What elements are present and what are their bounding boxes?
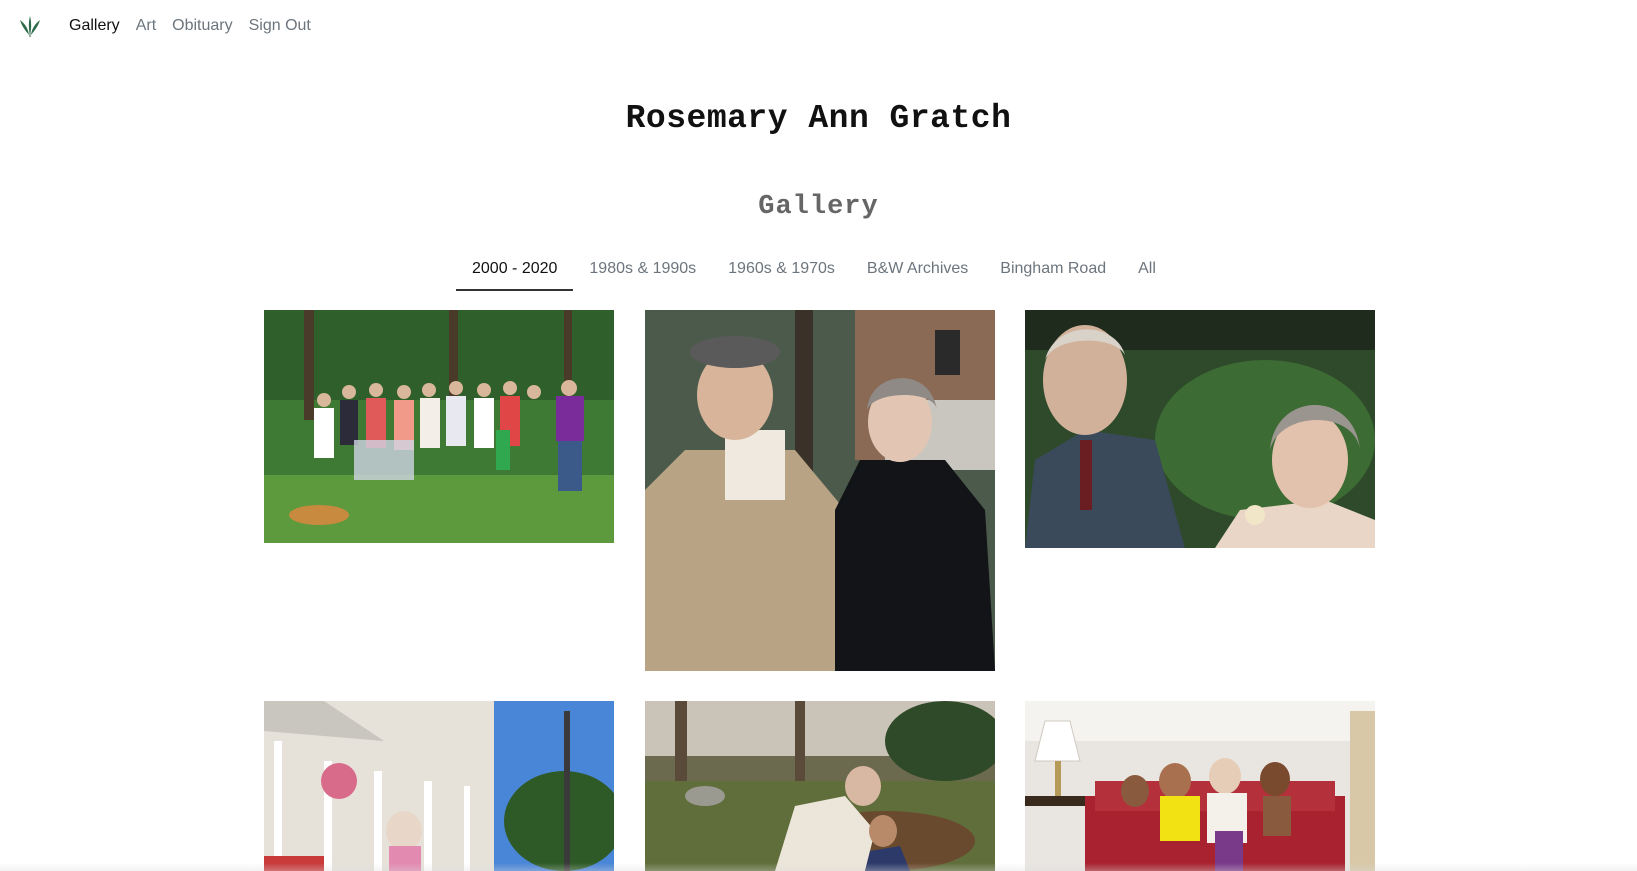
leaf-logo-icon[interactable] [19,14,41,38]
gallery-photo-red-couch[interactable] [1025,701,1375,871]
top-navbar: Gallery Art Obituary Sign Out [0,0,1637,52]
gallery-photo-couple-portrait[interactable] [1025,310,1375,548]
page-title: Rosemary Ann Gratch [625,100,1012,137]
nav-links: Gallery Art Obituary Sign Out [69,15,327,37]
nav-obituary-link[interactable]: Obituary [172,15,232,37]
tab-bingham-road[interactable]: Bingham Road [984,250,1122,291]
gallery-photo-couple-coats[interactable] [645,310,995,671]
nav-art-link[interactable]: Art [136,15,156,37]
section-heading: Gallery [758,192,879,222]
nav-sign-out-link[interactable]: Sign Out [249,15,311,37]
gallery-photo-street-porches[interactable] [264,701,614,871]
gallery-tabs: 2000 - 2020 1980s & 1990s 1960s & 1970s … [456,250,1172,291]
gallery-photo-family-group[interactable] [264,310,614,543]
gallery-photo-hug-yard[interactable] [645,701,995,871]
tab-all[interactable]: All [1122,250,1172,291]
tab-2000-2020[interactable]: 2000 - 2020 [456,250,574,291]
tab-bw-archives[interactable]: B&W Archives [851,250,984,291]
nav-gallery-link[interactable]: Gallery [69,15,120,37]
tab-1960s-1970s[interactable]: 1960s & 1970s [712,250,851,291]
tab-1980s-1990s[interactable]: 1980s & 1990s [573,250,712,291]
